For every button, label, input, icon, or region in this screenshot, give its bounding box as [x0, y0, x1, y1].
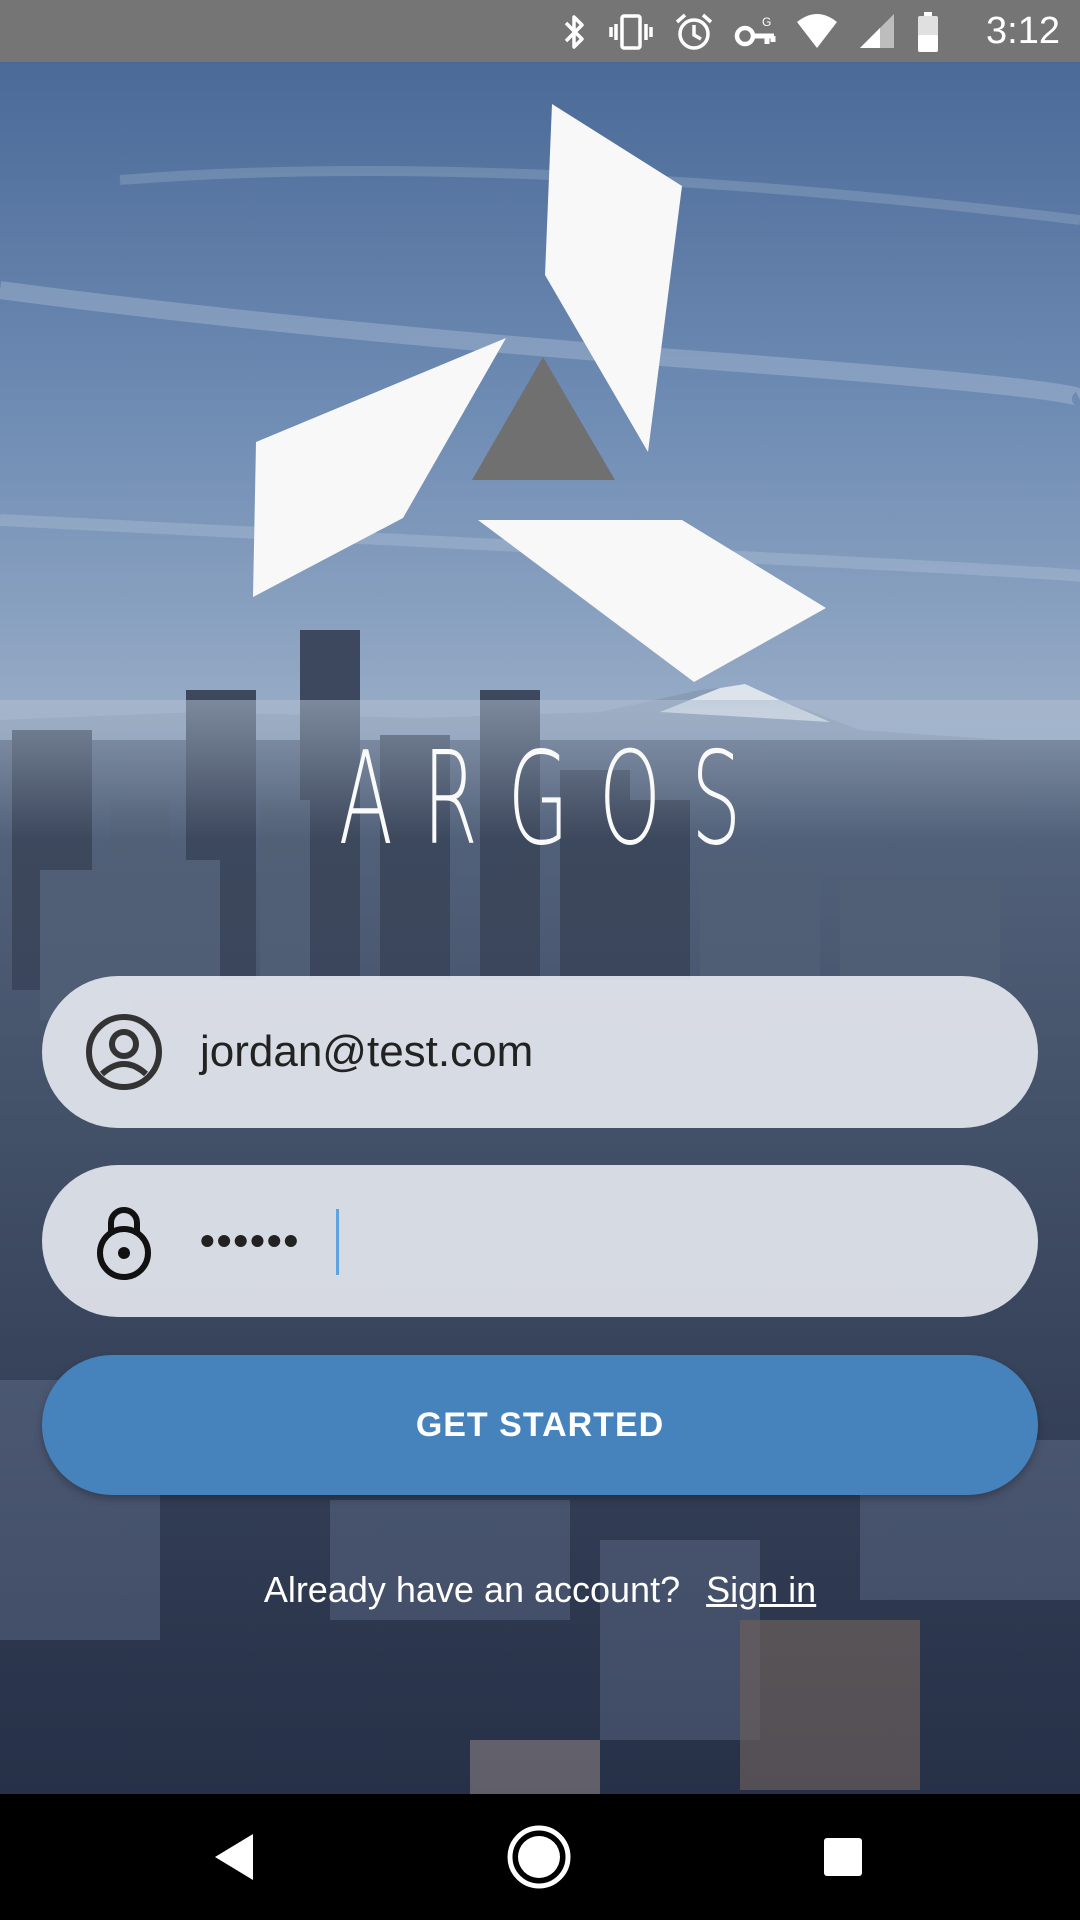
wifi-icon: [797, 14, 837, 48]
navigation-bar: [0, 1794, 1080, 1920]
recents-icon[interactable]: [810, 1824, 876, 1890]
vpn-key-icon: G: [734, 15, 776, 47]
email-input[interactable]: jordan@test.com: [200, 976, 533, 1128]
status-icons: G: [562, 10, 940, 54]
status-bar: G 3:12: [0, 0, 1080, 62]
back-icon[interactable]: [203, 1824, 269, 1890]
password-field[interactable]: ••••••: [42, 1165, 1038, 1317]
vibrate-icon: [609, 14, 653, 50]
svg-text:G: G: [762, 15, 771, 29]
text-cursor: [336, 1209, 339, 1275]
account-circle-icon: [86, 1014, 162, 1090]
sign-in-link[interactable]: Sign in: [706, 1569, 816, 1610]
argos-logo-icon: [253, 104, 826, 682]
home-icon[interactable]: [506, 1824, 572, 1890]
brand-wordmark: ARGOS: [338, 725, 772, 874]
bluetooth-icon: [564, 15, 584, 49]
lock-icon: [97, 1207, 151, 1280]
password-input[interactable]: ••••••: [200, 1165, 300, 1317]
status-time: 3:12: [986, 10, 1060, 52]
login-screen: G 3:12 ARGOS jordan@test.com •••••• GET …: [0, 0, 1080, 1920]
email-field[interactable]: jordan@test.com: [42, 976, 1038, 1128]
signin-prompt: Already have an account? Sign in: [0, 1565, 1080, 1615]
battery-icon: [918, 12, 938, 52]
signal-icon: [860, 14, 894, 48]
signin-prompt-text: Already have an account?: [263, 1569, 681, 1610]
get-started-button[interactable]: GET STARTED: [42, 1355, 1038, 1495]
alarm-icon: [675, 13, 713, 50]
